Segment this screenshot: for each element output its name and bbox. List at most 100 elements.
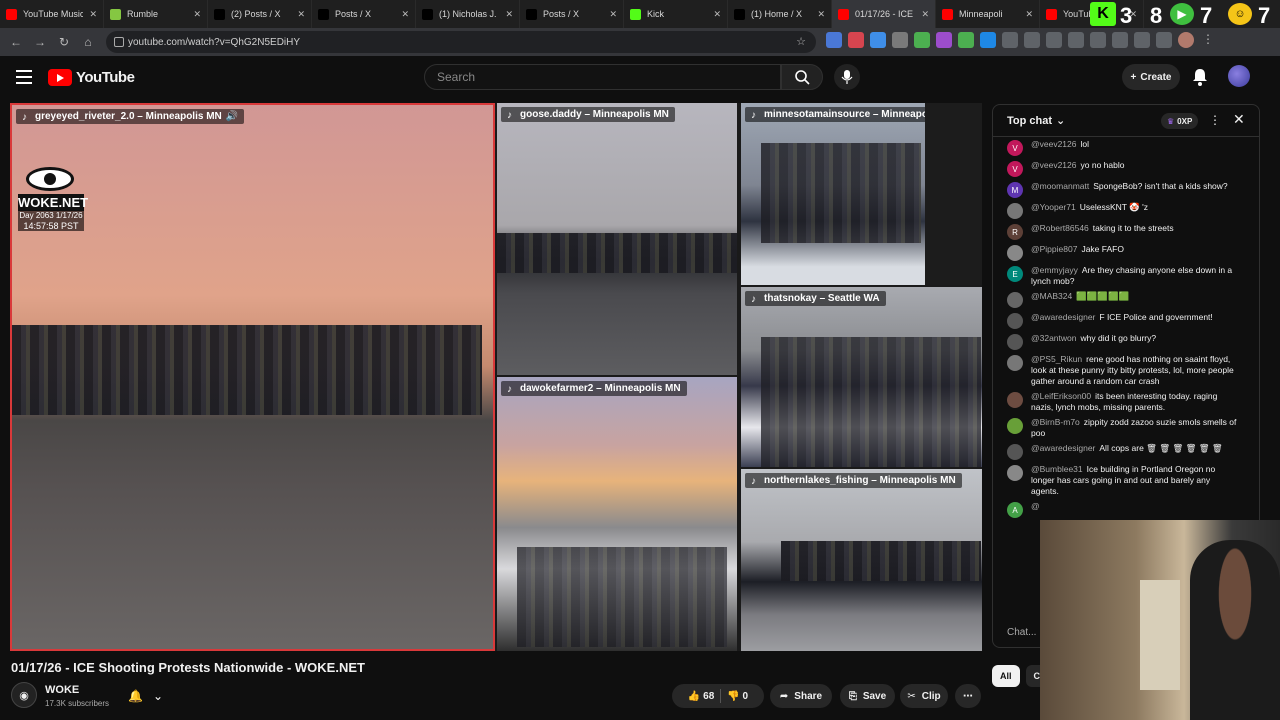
browser-tab[interactable]: (2) Posts / X ✕ xyxy=(208,0,312,28)
save-button[interactable]: ⎘ Save xyxy=(840,684,895,708)
back-icon[interactable]: ← xyxy=(4,30,28,54)
chat-menu-icon[interactable]: ⋮ xyxy=(1209,113,1221,127)
account-avatar[interactable] xyxy=(1228,65,1250,87)
youtube-logo[interactable]: YouTube xyxy=(48,69,135,86)
channel-name[interactable]: WOKE xyxy=(45,684,79,696)
chat-avatar[interactable]: E xyxy=(1007,266,1023,282)
profile-icon[interactable] xyxy=(1178,32,1194,48)
more-actions-button[interactable]: ⋯ xyxy=(955,684,981,708)
video-player[interactable]: ♪ greyeyed_riveter_2.0 – Minneapolis MN 🔊 … xyxy=(10,103,982,651)
extension-icon[interactable] xyxy=(936,32,952,48)
chat-author[interactable]: @ xyxy=(1031,501,1040,511)
tab-close-icon[interactable]: ✕ xyxy=(713,9,721,20)
tab-close-icon[interactable]: ✕ xyxy=(505,9,513,20)
browser-tab[interactable]: Minneapoli ✕ xyxy=(936,0,1040,28)
chat-avatar[interactable] xyxy=(1007,334,1023,350)
chat-author[interactable]: @veev2126 xyxy=(1031,139,1077,149)
chat-avatar[interactable] xyxy=(1007,444,1023,460)
extension-icon[interactable] xyxy=(870,32,886,48)
extension-icon[interactable] xyxy=(914,32,930,48)
chat-author[interactable]: @Yooper71 xyxy=(1031,202,1076,212)
voice-search-button[interactable] xyxy=(834,64,860,90)
chat-author[interactable]: @LeifErikson00 xyxy=(1031,391,1091,401)
extension-icon[interactable] xyxy=(826,32,842,48)
chat-author[interactable]: @emmyjayy xyxy=(1031,265,1078,275)
chat-avatar[interactable]: M xyxy=(1007,182,1023,198)
chat-avatar[interactable] xyxy=(1007,418,1023,434)
top-chat-dropdown[interactable]: Top chat xyxy=(1007,115,1052,127)
chat-author[interactable]: @awaredesigner xyxy=(1031,443,1095,453)
browser-tab[interactable]: 01/17/26 - ICE ✕ xyxy=(832,0,936,28)
chat-author[interactable]: @Bumblee31 xyxy=(1031,464,1083,474)
chat-avatar[interactable] xyxy=(1007,292,1023,308)
tab-close-icon[interactable]: ✕ xyxy=(89,9,97,20)
browser-tab[interactable]: Rumble ✕ xyxy=(104,0,208,28)
chat-author[interactable]: @MAB324 xyxy=(1031,291,1072,301)
like-button[interactable]: 👍 68 xyxy=(688,691,714,702)
extension-icon[interactable] xyxy=(848,32,864,48)
browser-tab[interactable]: (1) Nicholas J. F ✕ xyxy=(416,0,520,28)
extension-icon[interactable] xyxy=(1134,32,1150,48)
browser-tab[interactable]: Posts / X ✕ xyxy=(520,0,624,28)
chat-avatar[interactable]: V xyxy=(1007,140,1023,156)
extension-icon[interactable] xyxy=(1002,32,1018,48)
chat-author[interactable]: @Robert86546 xyxy=(1031,223,1089,233)
search-button[interactable] xyxy=(781,64,823,90)
extension-icon[interactable] xyxy=(1046,32,1062,48)
bookmark-star-icon[interactable]: ☆ xyxy=(796,35,806,48)
extension-icon[interactable] xyxy=(958,32,974,48)
site-info-icon[interactable] xyxy=(114,37,124,47)
tab-close-icon[interactable]: ✕ xyxy=(401,9,409,20)
chat-avatar[interactable] xyxy=(1007,313,1023,329)
xp-badge[interactable]: ♛ 0XP xyxy=(1161,113,1199,129)
address-bar[interactable]: youtube.com/watch?v=QhG2N5EDiHY ☆ xyxy=(106,31,816,53)
tab-close-icon[interactable]: ✕ xyxy=(193,9,201,20)
forward-icon[interactable]: → xyxy=(28,30,52,54)
chat-scrollbar[interactable] xyxy=(1251,141,1257,271)
chevron-down-icon[interactable]: ⌄ xyxy=(1056,114,1065,127)
tab-close-icon[interactable]: ✕ xyxy=(921,9,929,20)
browser-tab[interactable]: (1) Home / X ✕ xyxy=(728,0,832,28)
chat-avatar[interactable] xyxy=(1007,392,1023,408)
chat-avatar[interactable]: A xyxy=(1007,502,1023,518)
chat-author[interactable]: @32antwon xyxy=(1031,333,1077,343)
subscription-bell[interactable]: 🔔 ⌄ xyxy=(128,685,174,707)
extension-icon[interactable] xyxy=(1156,32,1172,48)
dislike-button[interactable]: 👎 0 xyxy=(727,691,748,702)
extension-icon[interactable] xyxy=(1112,32,1128,48)
create-button[interactable]: + Create xyxy=(1122,64,1180,90)
tab-close-icon[interactable]: ✕ xyxy=(817,9,825,20)
channel-avatar[interactable]: ◉ xyxy=(11,682,37,708)
chat-avatar[interactable]: R xyxy=(1007,224,1023,240)
chat-avatar[interactable] xyxy=(1007,465,1023,481)
extension-icon[interactable] xyxy=(1068,32,1084,48)
chat-author[interactable]: @veev2126 xyxy=(1031,160,1077,170)
extension-icon[interactable] xyxy=(892,32,908,48)
chat-author[interactable]: @awaredesigner xyxy=(1031,312,1095,322)
tab-close-icon[interactable]: ✕ xyxy=(609,9,617,20)
chat-avatar[interactable] xyxy=(1007,203,1023,219)
browser-tab[interactable]: Posts / X ✕ xyxy=(312,0,416,28)
share-button[interactable]: ➦ Share xyxy=(770,684,832,708)
browser-tab[interactable]: YouTube Music ✕ xyxy=(0,0,104,28)
extension-icon[interactable] xyxy=(1024,32,1040,48)
tab-close-icon[interactable]: ✕ xyxy=(297,9,305,20)
chat-author[interactable]: @moomanmatt xyxy=(1031,181,1089,191)
close-chat-icon[interactable]: ✕ xyxy=(1233,111,1245,128)
chat-avatar[interactable]: V xyxy=(1007,161,1023,177)
browser-tab[interactable]: Kick ✕ xyxy=(624,0,728,28)
chat-author[interactable]: @Pippie807 xyxy=(1031,244,1077,254)
menu-dots-icon[interactable]: ⋮ xyxy=(1200,32,1216,48)
extension-icon[interactable] xyxy=(980,32,996,48)
chat-author[interactable]: @BirnB-m7o xyxy=(1031,417,1080,427)
search-input[interactable]: Search xyxy=(424,64,781,90)
chat-avatar[interactable] xyxy=(1007,245,1023,261)
menu-icon[interactable] xyxy=(16,70,32,84)
notifications-bell-icon[interactable] xyxy=(1192,68,1208,86)
clip-button[interactable]: ✂ Clip xyxy=(900,684,948,708)
chat-author[interactable]: @PS5_Rikun xyxy=(1031,354,1082,364)
home-icon[interactable]: ⌂ xyxy=(76,30,100,54)
extension-icon[interactable] xyxy=(1090,32,1106,48)
tab-close-icon[interactable]: ✕ xyxy=(1025,9,1033,20)
reload-icon[interactable]: ↻ xyxy=(52,30,76,54)
